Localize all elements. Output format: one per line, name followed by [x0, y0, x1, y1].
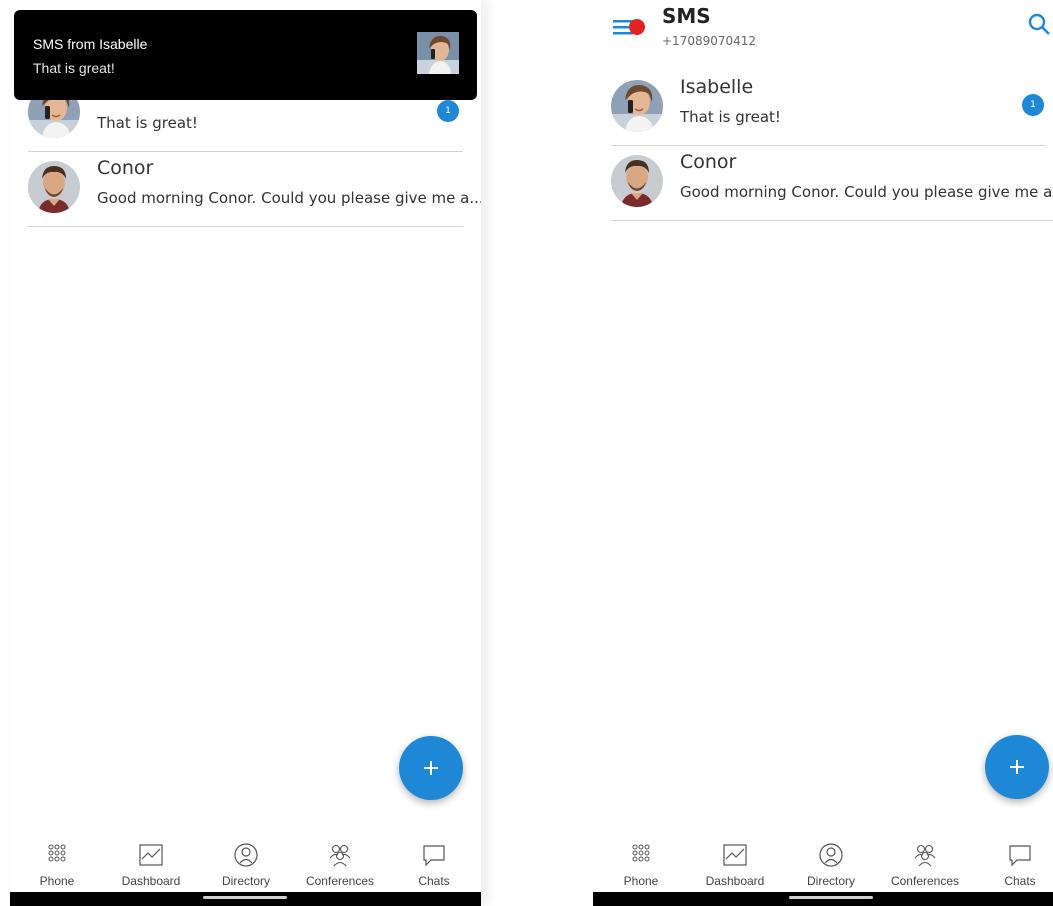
- nav-chats[interactable]: Chats: [389, 832, 479, 888]
- nav-label: Directory: [221, 874, 270, 888]
- nav-label: Chats: [1004, 874, 1036, 888]
- group-icon: [914, 844, 936, 867]
- conversation-isabelle[interactable]: Isabelle That is great! 1: [611, 71, 1046, 146]
- dialpad-icon: [632, 844, 650, 862]
- unread-badge: 1: [437, 100, 459, 122]
- nav-label: Dashboard: [705, 874, 765, 888]
- conversation-conor[interactable]: Conor Good morning Conor. Could you plea…: [28, 152, 481, 227]
- group-icon: [329, 844, 351, 867]
- new-message-button[interactable]: [399, 736, 463, 800]
- message-preview: Good morning Conor. Could you please giv…: [97, 189, 481, 207]
- notification-body: That is great!: [33, 60, 115, 76]
- nav-directory[interactable]: Directory: [786, 832, 876, 888]
- message-preview: That is great!: [97, 114, 198, 132]
- nav-dashboard[interactable]: Dashboard: [106, 832, 196, 888]
- dialpad-icon: [48, 844, 66, 862]
- nav-label: Phone: [623, 874, 659, 888]
- nav-phone[interactable]: Phone: [12, 832, 102, 888]
- plus-icon: [424, 761, 438, 775]
- contact-name: Conor: [680, 151, 737, 173]
- nav-label: Conferences: [305, 874, 375, 888]
- home-indicator[interactable]: [789, 896, 873, 899]
- system-bar: [10, 892, 481, 906]
- right-screen: SMS +17089070412 Isabelle That is great!…: [593, 0, 1053, 906]
- nav-chats[interactable]: Chats: [975, 832, 1053, 888]
- bottom-navigation: Phone Dashboard Directory Conferences Ch…: [593, 832, 1053, 892]
- nav-conferences[interactable]: Conferences: [295, 832, 385, 888]
- nav-label: Conferences: [890, 874, 960, 888]
- nav-label: Phone: [39, 874, 75, 888]
- message-preview: That is great!: [680, 108, 781, 126]
- bottom-navigation: Phone Dashboard Directory Conferences Ch…: [10, 832, 481, 892]
- app-header: SMS +17089070412: [593, 0, 1053, 60]
- conversation-conor[interactable]: Conor Good morning Conor. Could you plea…: [611, 146, 1053, 221]
- avatar: [611, 80, 663, 132]
- new-message-button[interactable]: [985, 735, 1049, 799]
- contact-name: Isabelle: [680, 76, 754, 98]
- chart-icon: [723, 844, 747, 866]
- nav-label: Chats: [418, 874, 450, 888]
- left-screen: SMS from Isabelle That is great! Isabell…: [10, 0, 481, 906]
- avatar: [611, 155, 663, 207]
- notification-avatar: [417, 32, 459, 74]
- message-preview: Good morning Conor. Could you please giv…: [680, 183, 1053, 201]
- directory-icon: [234, 843, 258, 867]
- nav-label: Dashboard: [121, 874, 181, 888]
- nav-phone[interactable]: Phone: [596, 832, 686, 888]
- chat-bubble-icon: [423, 845, 445, 867]
- notification-title: SMS from Isabelle: [33, 36, 148, 52]
- search-icon[interactable]: [1027, 12, 1053, 38]
- avatar: [28, 161, 80, 213]
- sms-notification[interactable]: SMS from Isabelle That is great!: [14, 10, 477, 100]
- contact-name: Conor: [97, 157, 154, 179]
- chat-bubble-icon: [1009, 845, 1031, 867]
- nav-conferences[interactable]: Conferences: [880, 832, 970, 888]
- directory-icon: [819, 843, 843, 867]
- nav-dashboard[interactable]: Dashboard: [690, 832, 780, 888]
- phone-number: +17089070412: [662, 34, 757, 48]
- system-bar: [593, 892, 1053, 906]
- plus-icon: [1010, 760, 1024, 774]
- unread-badge: 1: [1022, 94, 1044, 116]
- page-title: SMS: [662, 4, 711, 28]
- chart-icon: [139, 844, 163, 866]
- nav-directory[interactable]: Directory: [201, 832, 291, 888]
- home-indicator[interactable]: [203, 896, 287, 899]
- nav-label: Directory: [806, 874, 855, 888]
- menu-icon[interactable]: [613, 10, 647, 40]
